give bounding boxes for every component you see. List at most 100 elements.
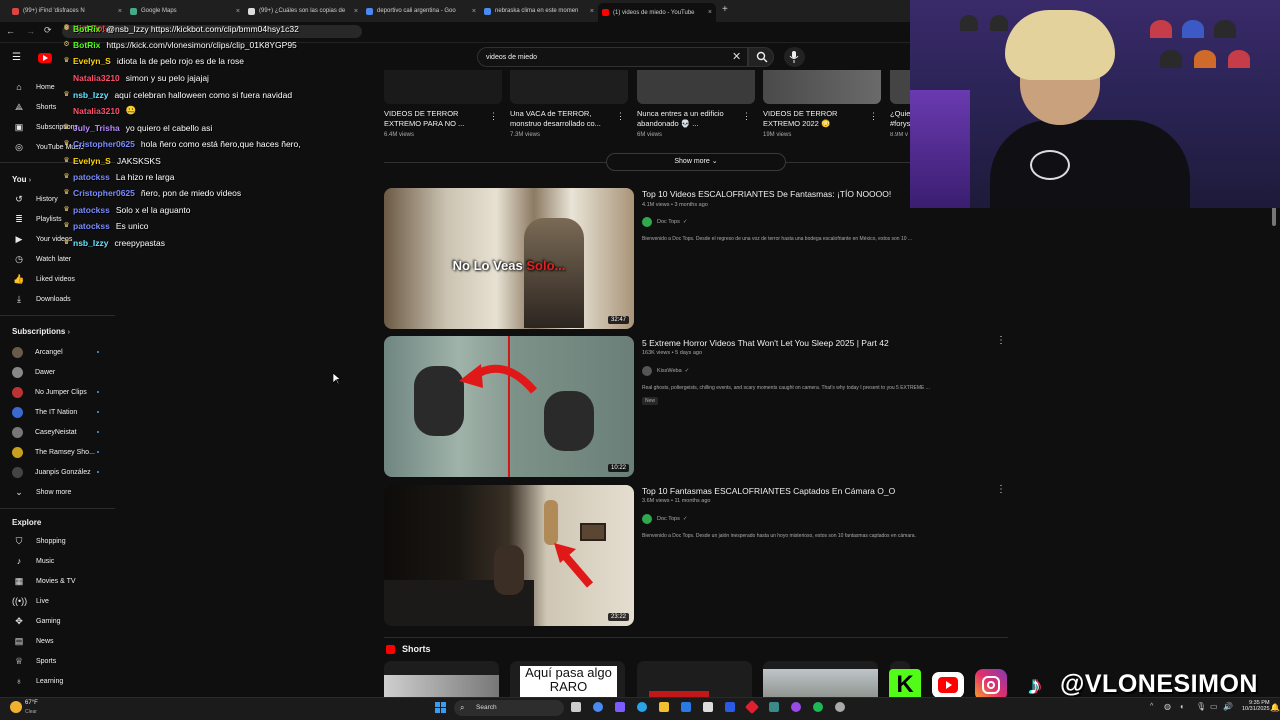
taskbar-search[interactable]: Search bbox=[454, 700, 564, 716]
video-thumbnail[interactable] bbox=[763, 70, 881, 104]
video-thumbnail[interactable]: 23:22 bbox=[384, 485, 634, 626]
subscription-channel[interactable]: Juanpis González bbox=[0, 462, 115, 482]
subscription-channel[interactable]: The Ramsey Sho... bbox=[0, 442, 115, 462]
volume-icon[interactable]: 🔊 bbox=[1223, 702, 1233, 711]
forward-icon[interactable]: → bbox=[26, 26, 35, 36]
spotify-icon[interactable] bbox=[813, 702, 823, 712]
mail-icon[interactable] bbox=[681, 702, 691, 712]
edge-icon[interactable] bbox=[637, 702, 647, 712]
sidebar-subscriptions-heading[interactable]: Subscriptions › bbox=[12, 327, 70, 336]
close-tab-icon[interactable]: × bbox=[590, 8, 594, 15]
sidebar-item-liked-videos[interactable]: 👍 Liked videos bbox=[0, 269, 115, 289]
sidebar-item-sports[interactable]: ♕ Sports bbox=[0, 651, 115, 671]
browser-tab[interactable]: Google Maps × bbox=[126, 3, 244, 19]
video-thumbnail[interactable] bbox=[510, 70, 628, 104]
close-tab-icon[interactable]: × bbox=[118, 8, 122, 15]
sidebar-item-downloads[interactable]: ⤓ Downloads bbox=[0, 289, 115, 309]
tray-icon[interactable]: ◍ bbox=[1164, 702, 1171, 711]
store-icon[interactable] bbox=[703, 702, 713, 712]
subscription-channel[interactable]: No Jumper Clips bbox=[0, 382, 115, 402]
video-thumbnail[interactable]: No Lo Veas Solo... 32:47 bbox=[384, 188, 634, 329]
subscription-channel[interactable]: The IT Nation bbox=[0, 402, 115, 422]
hamburger-menu-icon[interactable]: ☰ bbox=[12, 52, 21, 63]
sidebar-item-music[interactable]: ♪ Music bbox=[0, 551, 115, 571]
more-options-icon[interactable]: ⋮ bbox=[996, 335, 1006, 346]
sidebar-you-heading[interactable]: You › bbox=[12, 175, 31, 184]
channel-link[interactable]: Doc Tops ✓ bbox=[642, 217, 687, 227]
thumbs-up-icon: 👍 bbox=[13, 273, 25, 284]
browser-tab[interactable]: nebraska clima en este momen × bbox=[480, 3, 598, 19]
new-content-dot bbox=[97, 351, 99, 353]
close-tab-icon[interactable]: × bbox=[354, 8, 358, 15]
back-icon[interactable]: ← bbox=[6, 26, 15, 36]
subscription-channel[interactable]: CaseyNeistat bbox=[0, 422, 115, 442]
short-thumbnail[interactable] bbox=[384, 661, 499, 701]
video-title[interactable]: VIDEOS DE TERROR EXTREMO PARA NO ... bbox=[384, 109, 484, 129]
video-title[interactable]: VIDEOS DE TERROR EXTREMO 2022 😳 bbox=[763, 109, 861, 129]
microphone-icon[interactable]: 🎙 bbox=[1196, 702, 1206, 711]
chrome-icon[interactable] bbox=[593, 702, 603, 712]
more-options-icon[interactable]: ⋮ bbox=[616, 111, 625, 122]
voice-search-button[interactable] bbox=[784, 47, 805, 67]
notification-icon[interactable]: 🔔 bbox=[1270, 703, 1280, 712]
video-thumbnail[interactable]: 10:22 bbox=[384, 336, 634, 477]
more-options-icon[interactable]: ⋮ bbox=[489, 111, 498, 122]
video-thumbnail[interactable] bbox=[637, 70, 755, 104]
new-tab-button[interactable]: + bbox=[722, 4, 728, 15]
video-title[interactable]: 5 Extreme Horror Videos That Won't Let Y… bbox=[642, 338, 889, 348]
subscription-channel[interactable]: Arcangel bbox=[0, 342, 115, 362]
app-icon[interactable] bbox=[769, 702, 779, 712]
subscription-channel[interactable]: Dawer bbox=[0, 362, 115, 382]
more-options-icon[interactable]: ⋮ bbox=[996, 484, 1006, 495]
close-tab-icon[interactable]: × bbox=[472, 8, 476, 15]
clear-search-icon[interactable]: ✕ bbox=[732, 50, 741, 63]
reload-icon[interactable]: ⟳ bbox=[44, 25, 52, 36]
channel-link[interactable]: KissWeba ✓ bbox=[642, 366, 689, 376]
video-thumbnail[interactable] bbox=[890, 70, 910, 104]
sidebar-item-shopping[interactable]: ⛉ Shopping bbox=[0, 531, 115, 551]
video-title[interactable]: Nunca entres a un edificio abandonado 💀 … bbox=[637, 109, 737, 129]
video-title[interactable]: ¿Quie #forys bbox=[890, 109, 910, 129]
sidebar-item-news[interactable]: ▤ News bbox=[0, 631, 115, 651]
tray-chevron-up-icon[interactable]: ^ bbox=[1150, 703, 1153, 710]
video-title[interactable]: Top 10 Videos ESCALOFRIANTES De Fantasma… bbox=[642, 189, 891, 199]
browser-tab-active[interactable]: (1) videos de miedo - YouTube × bbox=[598, 3, 716, 22]
browser-tab[interactable]: deportivo cali argentina - Goo × bbox=[362, 3, 480, 19]
sidebar-item-watch-later[interactable]: ◷ Watch later bbox=[0, 249, 115, 269]
more-options-icon[interactable]: ⋮ bbox=[869, 111, 878, 122]
show-more-button[interactable]: Show more ⌄ bbox=[606, 153, 786, 171]
app-icon[interactable] bbox=[835, 702, 845, 712]
weather-icon[interactable] bbox=[10, 701, 22, 713]
sidebar-item-live[interactable]: ((•)) Live bbox=[0, 591, 115, 611]
youtube-logo-icon[interactable] bbox=[38, 53, 52, 63]
close-tab-icon[interactable]: × bbox=[708, 9, 712, 16]
network-icon[interactable]: ▭ bbox=[1210, 702, 1218, 711]
browser-tab[interactable]: (99+) iFind 'disfraces N × bbox=[8, 3, 126, 19]
sidebar-item-learning[interactable]: ♁ Learning bbox=[0, 671, 115, 691]
video-thumbnail[interactable] bbox=[384, 70, 502, 104]
search-input[interactable]: videos de miedo bbox=[477, 47, 748, 67]
more-options-icon[interactable]: ⋮ bbox=[742, 111, 751, 122]
sidebar-item-movies[interactable]: ▦ Movies & TV bbox=[0, 571, 115, 591]
sidebar-show-more[interactable]: ⌄ Show more bbox=[0, 482, 115, 502]
app-icon[interactable] bbox=[615, 702, 625, 712]
video-title[interactable]: Una VACA de TERROR, monstruo desarrollad… bbox=[510, 109, 612, 129]
search-button[interactable] bbox=[748, 47, 774, 67]
clock[interactable]: 9:35 PM 10/31/2025 bbox=[1242, 700, 1270, 712]
file-explorer-icon[interactable] bbox=[659, 702, 669, 712]
channel-link[interactable]: Doc Tops ✓ bbox=[642, 514, 687, 524]
sidebar-item-gaming[interactable]: ✥ Gaming bbox=[0, 611, 115, 631]
windows-start-icon[interactable] bbox=[435, 702, 447, 714]
scrollbar-thumb[interactable] bbox=[1272, 206, 1276, 226]
tray-icon[interactable]: ◐ bbox=[1180, 702, 1185, 711]
close-tab-icon[interactable]: × bbox=[236, 8, 240, 15]
short-thumbnail[interactable] bbox=[637, 661, 752, 701]
short-thumbnail[interactable]: Aquí pasa algo RARO bbox=[510, 661, 625, 701]
task-view-icon[interactable] bbox=[571, 702, 581, 712]
short-thumbnail[interactable] bbox=[763, 661, 878, 701]
chat-badge-icon: ♛ bbox=[63, 57, 70, 64]
browser-tab[interactable]: (99+) ¿Cuáles son las copias de × bbox=[244, 3, 362, 19]
video-title[interactable]: Top 10 Fantasmas ESCALOFRIANTES Captados… bbox=[642, 486, 895, 496]
app-icon[interactable] bbox=[791, 702, 801, 712]
app-icon[interactable] bbox=[725, 702, 735, 712]
